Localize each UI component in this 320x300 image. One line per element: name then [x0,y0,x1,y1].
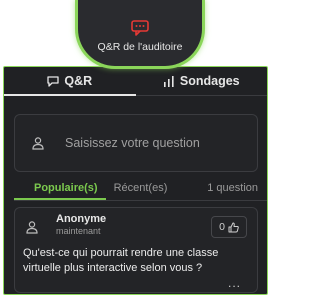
question-count: 1 question [207,182,258,194]
question-text: Qu'est-ce qui pourrait rendre une classe… [23,247,219,274]
launcher-label: Q&R de l'auditoire [97,41,183,53]
user-icon [32,137,44,150]
question-card: Anonyme maintenant 0 Qu'est-ce qui pourr… [14,207,258,293]
more-options-button[interactable]: ... [228,276,241,290]
audience-qa-launcher[interactable]: Q&R de l'auditoire [75,0,205,69]
chat-bubble-icon [131,20,149,36]
thumbs-up-icon [228,222,239,232]
filter-recent[interactable]: Récent(es) [106,176,176,200]
avatar-icon [26,221,38,234]
like-count: 0 [219,221,225,233]
question-time: maintenant [56,226,101,236]
question-input-box[interactable] [14,114,258,172]
bar-chart-icon [163,75,174,87]
comment-icon [47,75,60,87]
like-button[interactable]: 0 [211,216,247,238]
tab-qa[interactable]: Q&R [4,67,136,96]
qa-panel: Q&R Sondages Populaire(s) Récent(es) 1 q… [3,66,268,295]
tab-bar: Q&R Sondages [4,67,267,96]
filter-popular[interactable]: Populaire(s) [14,176,106,200]
tab-polls[interactable]: Sondages [136,67,268,95]
tab-polls-label: Sondages [179,74,240,88]
divider [14,200,267,201]
question-author: Anonyme [56,213,107,225]
question-input[interactable] [63,135,247,151]
tab-qa-label: Q&R [64,74,93,88]
question-filters: Populaire(s) Récent(es) 1 question [14,176,267,200]
